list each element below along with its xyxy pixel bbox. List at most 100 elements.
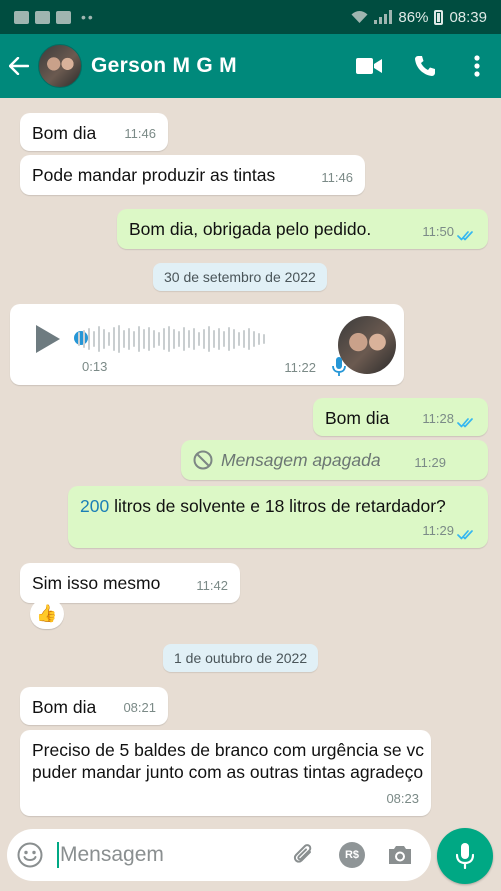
message-incoming[interactable]: Bom dia 08:21	[20, 687, 168, 725]
battery-icon	[434, 9, 444, 25]
play-icon[interactable]	[36, 325, 60, 353]
status-bar: •• 86% 08:39	[0, 0, 501, 34]
emoji-button[interactable]	[17, 842, 43, 868]
sender-avatar	[338, 316, 396, 374]
message-list[interactable]: Bom dia 11:46 Pode mandar produzir as ti…	[0, 98, 501, 826]
waveform-bar	[183, 327, 185, 351]
arrow-left-icon	[9, 57, 29, 75]
voice-message[interactable]: 0:13 11:22	[10, 304, 404, 385]
date-separator: 1 de outubro de 2022	[163, 644, 319, 672]
video-call-button[interactable]	[341, 34, 397, 98]
audio-waveform[interactable]	[78, 324, 265, 354]
waveform-bar	[168, 326, 170, 352]
waveform-bar	[93, 331, 95, 347]
reaction-badge[interactable]: 👍	[30, 599, 64, 629]
more-notifications-icon: ••	[81, 9, 95, 25]
waveform-bar	[213, 330, 215, 348]
voice-record-button[interactable]	[437, 828, 493, 884]
message-incoming[interactable]: Bom dia 11:46	[20, 113, 168, 151]
waveform-bar	[203, 329, 205, 349]
message-outgoing[interactable]: Bom dia 11:28	[313, 398, 488, 436]
waveform-bar	[208, 326, 210, 352]
message-incoming[interactable]: Sim isso mesmo 11:42	[20, 563, 240, 603]
waveform-bar	[103, 329, 105, 349]
message-input-container[interactable]: R$	[7, 829, 431, 881]
mic-icon	[332, 357, 346, 376]
email-notification-icon	[14, 10, 29, 24]
waveform-bar	[113, 327, 115, 351]
waveform-bar	[228, 327, 230, 351]
voice-duration: 0:13	[82, 359, 108, 374]
waveform-bar	[163, 328, 165, 350]
date-separator: 30 de setembro de 2022	[153, 263, 327, 291]
message-text: Preciso de 5 baldes de branco com urgênc…	[32, 740, 425, 782]
message-time: 11:29	[422, 523, 454, 538]
contact-name[interactable]: Gerson M G M	[91, 54, 237, 78]
message-time: 11:50	[422, 224, 454, 239]
message-text: litros de solvente e 18 litros de retard…	[109, 496, 446, 516]
message-text: Bom dia, obrigada pelo pedido.	[129, 219, 372, 239]
chat-header: Gerson M G M	[0, 34, 501, 98]
waveform-bar	[258, 333, 260, 345]
more-options-button[interactable]	[453, 34, 501, 98]
text-cursor	[57, 842, 59, 868]
voice-call-button[interactable]	[397, 34, 453, 98]
message-time: 11:46	[124, 126, 156, 141]
composer-bar: R$	[0, 826, 501, 891]
waveform-bar	[88, 328, 90, 350]
camera-icon	[389, 846, 411, 864]
waveform-bar	[78, 332, 80, 346]
message-time: 11:28	[422, 411, 454, 426]
message-input[interactable]	[60, 843, 260, 867]
message-time: 11:29	[414, 455, 446, 470]
more-vert-icon	[474, 55, 480, 77]
waveform-bar	[143, 329, 145, 349]
waveform-bar	[148, 327, 150, 351]
message-outgoing[interactable]: 200 litros de solvente e 18 litros de re…	[68, 486, 488, 548]
waveform-bar	[118, 325, 120, 353]
waveform-bar	[243, 330, 245, 348]
waveform-bar	[158, 332, 160, 346]
attach-button[interactable]	[291, 842, 317, 868]
waveform-bar	[223, 331, 225, 347]
contact-avatar[interactable]	[38, 44, 82, 88]
mic-icon	[456, 843, 474, 869]
waveform-bar	[133, 331, 135, 347]
waveform-bar	[198, 332, 200, 346]
message-time: 08:21	[123, 700, 156, 715]
waveform-bar	[128, 328, 130, 350]
read-receipt-icon	[457, 418, 473, 428]
waveform-bar	[248, 328, 250, 350]
waveform-bar	[108, 332, 110, 346]
blocked-icon	[193, 450, 213, 470]
message-time: 11:22	[284, 360, 316, 375]
flipboard-notification-icon-2	[56, 10, 71, 24]
message-incoming[interactable]: Preciso de 5 baldes de branco com urgênc…	[20, 730, 431, 816]
paperclip-icon	[293, 844, 312, 863]
read-receipt-icon	[457, 231, 473, 241]
signal-icon	[374, 10, 393, 24]
message-outgoing[interactable]: Bom dia, obrigada pelo pedido. 11:50	[117, 209, 488, 249]
message-text: Sim isso mesmo	[32, 573, 161, 593]
read-receipt-icon	[457, 530, 473, 540]
waveform-bar	[188, 330, 190, 348]
waveform-bar	[218, 328, 220, 350]
waveform-bar	[83, 330, 85, 348]
video-call-icon	[356, 58, 382, 74]
waveform-bar	[153, 330, 155, 348]
message-incoming[interactable]: Pode mandar produzir as tintas 11:46	[20, 155, 365, 195]
flipboard-notification-icon	[35, 10, 50, 24]
message-text: Mensagem apagada	[221, 450, 381, 470]
waveform-bar	[138, 326, 140, 352]
emoji-icon	[17, 842, 43, 868]
back-button[interactable]	[0, 34, 38, 98]
deleted-message[interactable]: Mensagem apagada 11:29	[181, 440, 488, 480]
notification-icons: ••	[14, 9, 95, 25]
waveform-bar	[173, 329, 175, 349]
payment-button[interactable]: R$	[339, 842, 365, 868]
message-number[interactable]: 200	[80, 496, 109, 516]
waveform-bar	[238, 332, 240, 346]
camera-button[interactable]	[387, 844, 413, 866]
waveform-bar	[193, 328, 195, 350]
waveform-bar	[178, 331, 180, 347]
